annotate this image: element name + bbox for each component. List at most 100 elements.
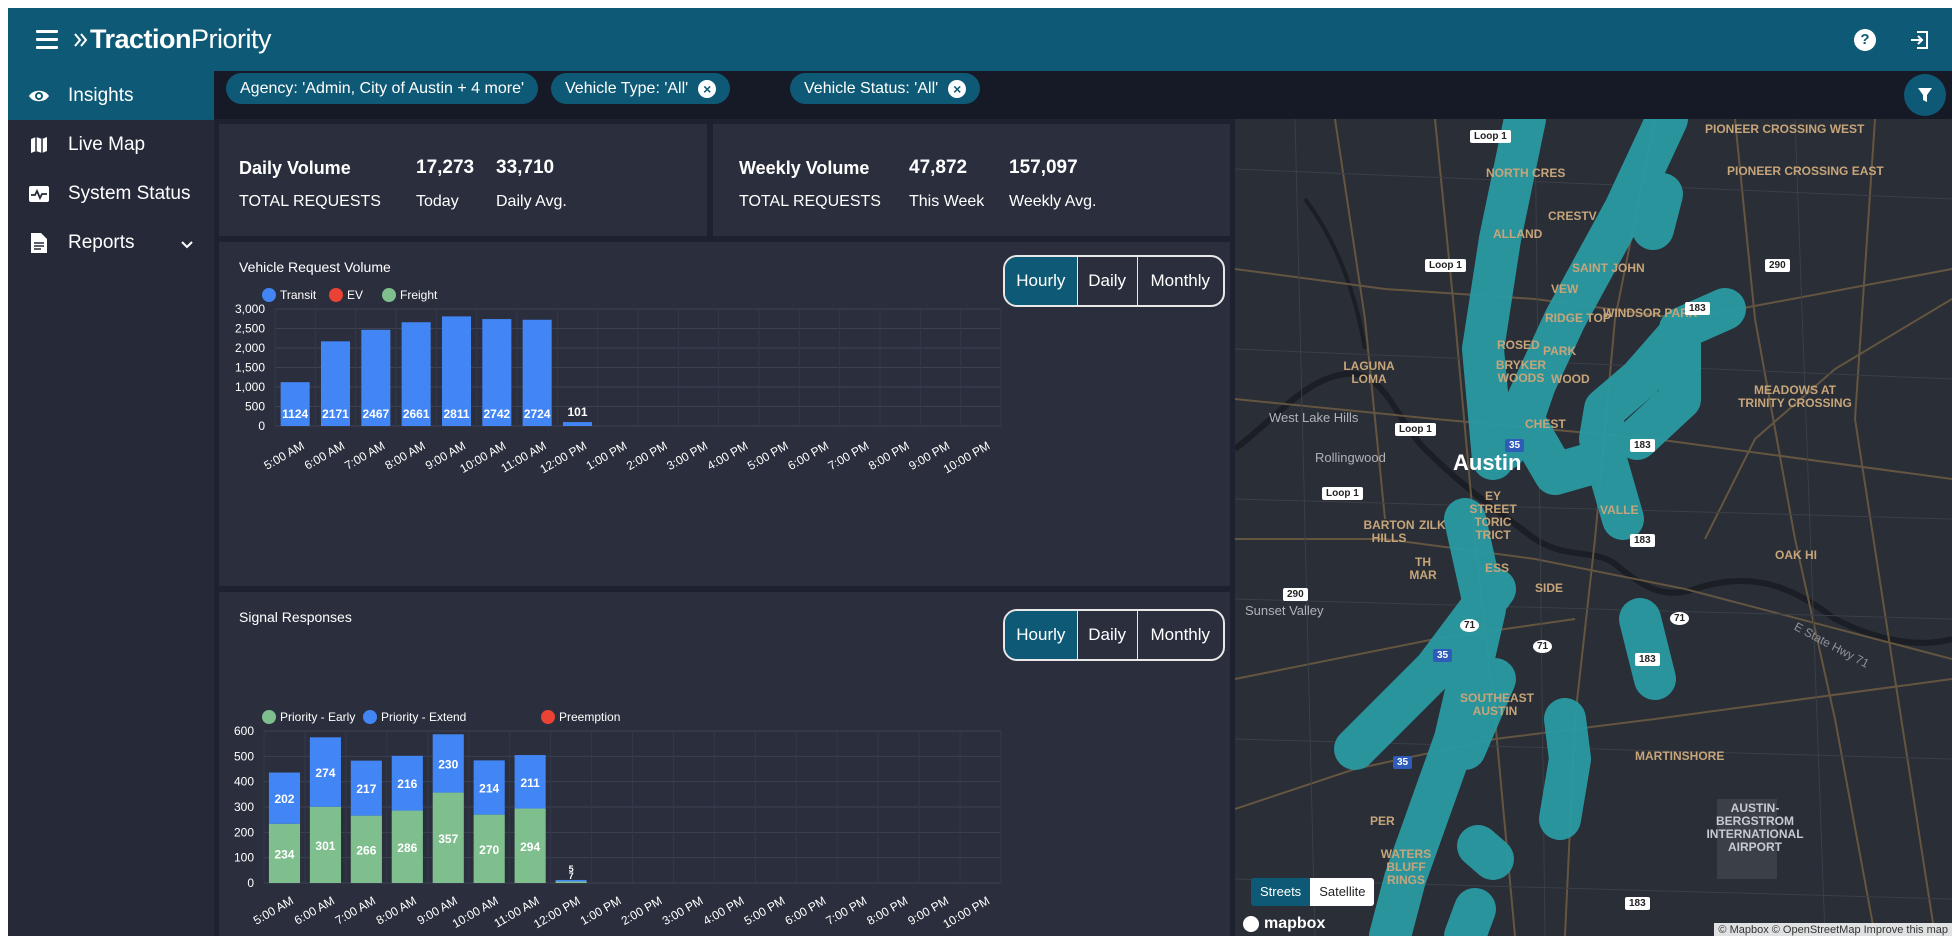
map-attribution[interactable]: © Mapbox © OpenStreetMap Improve this ma… — [1714, 923, 1952, 936]
chip-label: Agency: 'Admin, City of Austin + 4 more' — [240, 79, 525, 97]
close-icon[interactable]: × — [698, 79, 717, 98]
y-tick-label: 500 — [245, 400, 265, 414]
bar — [562, 422, 593, 426]
data-label: 2661 — [403, 407, 430, 421]
us183-shield: 183 — [1630, 439, 1655, 452]
x-tick-label: 8:00 AM — [374, 893, 419, 927]
legend-marker — [262, 288, 276, 302]
sidebar: Insights Live Map System Status Reports — [8, 71, 214, 936]
y-tick-label: 600 — [234, 724, 254, 738]
legend-marker — [329, 288, 343, 302]
hamburger-menu-icon[interactable] — [36, 30, 58, 50]
x-tick-label: 5:00 AM — [262, 438, 307, 472]
map-label: BRYKER WOODS — [1495, 358, 1547, 385]
daily-volume-subtitle: TOTAL REQUESTS — [239, 193, 381, 210]
x-tick-label: 7:00 PM — [826, 438, 872, 472]
sidebar-item-reports[interactable]: Reports — [8, 218, 214, 267]
x-tick-label: 2:00 PM — [619, 893, 665, 927]
bar — [555, 881, 587, 883]
data-label: 1124 — [282, 407, 308, 421]
filter-chip-vehicle-status[interactable]: Vehicle Status: 'All' × — [790, 73, 981, 104]
vehicle-request-volume-chart: Transit EV Freight 0 500 1,000 1,500 2,000 2,500… — [235, 288, 1002, 476]
map-label: SAINT JOHN — [1572, 261, 1645, 275]
y-tick-label: 100 — [234, 851, 254, 865]
loop1-shield: Loop 1 — [1322, 487, 1363, 500]
map-label: Austin-Bergstrom International Airport — [1706, 801, 1804, 854]
y-tick-label: 1,000 — [235, 380, 265, 394]
vehicle-request-volume-card: Vehicle Request Volume Hourly Daily Mont… — [219, 242, 1230, 586]
map-label: LAGUNA LOMA — [1343, 359, 1395, 386]
y-tick-label: 0 — [247, 876, 254, 890]
legend-marker — [382, 288, 396, 302]
map-base — [1235, 119, 1952, 936]
y-tick-label: 2,500 — [235, 322, 265, 336]
y-tick-label: 3,000 — [235, 302, 265, 316]
map-label: PIONEER CROSSING WEST — [1705, 122, 1865, 136]
map-label: OAK HI — [1775, 548, 1817, 562]
us290-shield: 290 — [1765, 259, 1790, 272]
data-label: 216 — [397, 777, 417, 791]
chevrons-logo-icon — [74, 33, 88, 47]
signal-responses-card: Signal Responses Hourly Daily Monthly Pr… — [219, 592, 1230, 936]
data-label: 2724 — [524, 407, 551, 421]
sidebar-item-label: System Status — [68, 182, 191, 204]
x-tick-label: 3:00 PM — [660, 893, 706, 927]
map-label: ROSED — [1497, 338, 1540, 352]
app-logo: TractionPriority — [74, 24, 272, 55]
legend-label: Priority - Extend — [381, 710, 466, 724]
x-tick-label: 6:00 PM — [785, 438, 831, 472]
data-label: 2811 — [443, 407, 469, 421]
filter-chip-vehicle-type[interactable]: Vehicle Type: 'All' × — [551, 73, 731, 104]
chip-label: Vehicle Type: 'All' — [565, 79, 689, 97]
app-root: TractionPriority ? Insights Live Map Sys… — [8, 8, 1952, 936]
x-tick-label: 6:00 AM — [292, 893, 337, 927]
bar — [555, 879, 587, 882]
y-tick-label: 1,500 — [235, 361, 265, 375]
live-map[interactable]: PIONEER CROSSING WEST PIONEER CROSSING E… — [1235, 119, 1952, 936]
pulse-icon — [28, 183, 50, 205]
data-label: 5 — [569, 864, 574, 874]
map-label: SOUTHEAST AUSTIN — [1460, 691, 1535, 718]
x-tick-label: 8:00 PM — [864, 893, 910, 927]
mapbox-text: mapbox — [1264, 915, 1326, 932]
x-tick-label: 1:00 PM — [578, 893, 624, 927]
x-tick-label: 7:00 AM — [333, 893, 378, 927]
close-icon[interactable]: × — [948, 79, 967, 98]
data-label: 217 — [356, 782, 376, 796]
sidebar-item-insights[interactable]: Insights — [8, 71, 214, 120]
map-label: NORTH CRES — [1486, 166, 1566, 180]
data-label: 270 — [479, 843, 499, 857]
map-label: TH MAR — [1409, 555, 1437, 582]
sidebar-item-live-map[interactable]: Live Map — [8, 120, 214, 169]
daily-volume-card: Daily Volume TOTAL REQUESTS 17,273 Today… — [219, 124, 707, 236]
x-tick-label: 6:00 AM — [302, 438, 347, 472]
sidebar-item-system-status[interactable]: System Status — [8, 169, 214, 218]
weekly-avg-value: 157,097 — [1009, 157, 1078, 178]
x-tick-label: 2:00 PM — [624, 438, 670, 472]
data-label: 357 — [438, 832, 458, 846]
map-label: ZILK — [1419, 518, 1446, 532]
data-label: 2467 — [362, 407, 389, 421]
map-label: PARK — [1543, 344, 1577, 358]
map-label: WATERS BLUFF RINGS — [1380, 847, 1432, 887]
streets-button[interactable]: Streets — [1251, 878, 1311, 906]
map-label: VALLE — [1600, 503, 1639, 517]
legend-marker — [262, 710, 276, 724]
map-label: EY STREET TORIC TRICT — [1469, 489, 1517, 542]
chevron-down-icon — [180, 234, 194, 256]
logout-icon[interactable] — [1908, 28, 1932, 52]
logo-text-light: Priority — [191, 24, 272, 54]
help-icon[interactable]: ? — [1854, 29, 1876, 51]
weekly-avg-label: Weekly Avg. — [1009, 193, 1097, 210]
data-label: 274 — [315, 766, 335, 780]
us183-shield: 183 — [1630, 534, 1655, 547]
us290-shield: 290 — [1283, 588, 1308, 601]
x-tick-label: 1:00 PM — [584, 438, 630, 472]
legend-label: Transit — [280, 288, 317, 302]
filter-chip-agency[interactable]: Agency: 'Admin, City of Austin + 4 more' — [226, 73, 539, 104]
data-label: 234 — [274, 847, 294, 861]
map-label: RIDGE TOP — [1545, 311, 1611, 325]
y-tick-label: 500 — [234, 749, 254, 763]
filter-funnel-icon[interactable] — [1904, 74, 1946, 116]
satellite-button[interactable]: Satellite — [1310, 878, 1375, 906]
